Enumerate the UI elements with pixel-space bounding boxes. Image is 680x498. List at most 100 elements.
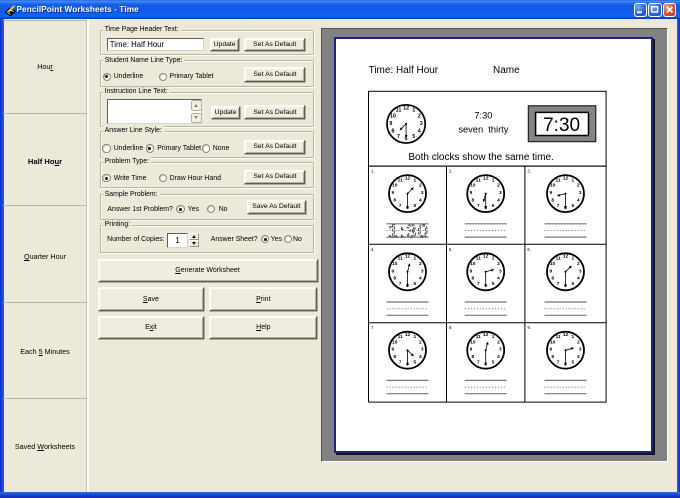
svg-text:1: 1 <box>412 108 415 114</box>
svg-text:7: 7 <box>477 281 480 287</box>
svg-text:12: 12 <box>563 254 569 260</box>
svg-text:10: 10 <box>550 261 556 267</box>
svg-text:10: 10 <box>550 183 556 189</box>
svg-text:1: 1 <box>571 178 574 184</box>
svg-text:3: 3 <box>421 269 424 275</box>
svg-text:12: 12 <box>483 332 489 338</box>
svg-text:9: 9 <box>549 269 552 275</box>
svg-text:9: 9 <box>470 190 473 196</box>
svg-text:8: 8 <box>393 198 396 204</box>
svg-text:Time: Half Hour: Time: Half Hour <box>368 65 438 76</box>
svg-text:4: 4 <box>577 198 580 204</box>
svg-text:3: 3 <box>579 347 582 353</box>
svg-text:7: 7 <box>399 360 402 366</box>
svg-text:1: 1 <box>492 334 495 340</box>
svg-text:8: 8 <box>551 354 554 360</box>
svg-text:5: 5 <box>571 281 574 287</box>
svg-text:4: 4 <box>418 129 421 135</box>
svg-text:10: 10 <box>392 261 398 267</box>
svg-text:11: 11 <box>555 256 560 262</box>
svg-text:8: 8 <box>471 354 474 360</box>
svg-text:2: 2 <box>418 114 421 120</box>
svg-text:3: 3 <box>499 190 502 196</box>
svg-text:4: 4 <box>497 198 500 204</box>
svg-text:7: 7 <box>557 281 560 287</box>
svg-text:3: 3 <box>499 269 502 275</box>
svg-text:7: 7 <box>557 203 560 209</box>
svg-text:Name: Name <box>493 65 520 76</box>
svg-text:5: 5 <box>492 203 495 209</box>
svg-text:1: 1 <box>492 178 495 184</box>
svg-text:6.: 6. <box>527 247 531 252</box>
svg-text:10: 10 <box>392 340 398 346</box>
svg-text:Both clocks show the same time: Both clocks show the same time. <box>408 152 553 163</box>
svg-text:12: 12 <box>405 176 411 182</box>
svg-text:10: 10 <box>470 340 476 346</box>
svg-text:seven thirty: seven thirty <box>458 125 508 135</box>
svg-text:8: 8 <box>551 276 554 282</box>
svg-text:12: 12 <box>563 332 569 338</box>
svg-text:2: 2 <box>577 340 580 346</box>
svg-text:7: 7 <box>557 360 560 366</box>
svg-text:4: 4 <box>419 354 422 360</box>
svg-text:12: 12 <box>403 106 409 112</box>
svg-text:8: 8 <box>393 354 396 360</box>
svg-text:2: 2 <box>577 183 580 189</box>
svg-text:5: 5 <box>412 134 415 140</box>
svg-text:3.: 3. <box>527 169 531 174</box>
svg-text:5: 5 <box>492 281 495 287</box>
svg-text:11: 11 <box>397 334 402 340</box>
svg-text:8: 8 <box>391 129 394 135</box>
svg-text:3: 3 <box>499 347 502 353</box>
svg-text:2: 2 <box>419 183 422 189</box>
svg-text:11: 11 <box>476 256 481 262</box>
svg-text:7: 7 <box>399 281 402 287</box>
svg-text:4: 4 <box>497 354 500 360</box>
svg-text:12: 12 <box>483 254 489 260</box>
svg-text:9: 9 <box>391 190 394 196</box>
svg-text:7:30: 7:30 <box>474 111 492 121</box>
svg-text:9: 9 <box>470 347 473 353</box>
svg-text:9: 9 <box>391 347 394 353</box>
svg-text:9: 9 <box>389 121 392 127</box>
svg-text:2.: 2. <box>449 169 452 174</box>
svg-text:3: 3 <box>421 347 424 353</box>
svg-text:9: 9 <box>549 190 552 196</box>
svg-text:3: 3 <box>579 269 582 275</box>
svg-text:1.: 1. <box>371 169 375 174</box>
svg-text:12: 12 <box>405 332 411 338</box>
svg-text:1: 1 <box>571 256 574 262</box>
svg-text:1: 1 <box>492 256 495 262</box>
svg-text:4: 4 <box>577 276 580 282</box>
svg-text:4.: 4. <box>371 247 375 252</box>
svg-text:1: 1 <box>413 178 416 184</box>
svg-text:2: 2 <box>497 183 500 189</box>
svg-text:1: 1 <box>413 334 416 340</box>
svg-text:11: 11 <box>476 178 481 184</box>
svg-text:5: 5 <box>571 203 574 209</box>
svg-text:8: 8 <box>471 276 474 282</box>
svg-text:4: 4 <box>419 276 422 282</box>
svg-text:11: 11 <box>396 108 402 114</box>
svg-text:4: 4 <box>497 276 500 282</box>
svg-text:2: 2 <box>497 261 500 267</box>
svg-text:9: 9 <box>391 269 394 275</box>
svg-text:2: 2 <box>497 340 500 346</box>
svg-text:5: 5 <box>571 360 574 366</box>
svg-text:12: 12 <box>563 176 569 182</box>
svg-text:8.: 8. <box>449 325 452 330</box>
svg-text:12: 12 <box>483 176 489 182</box>
svg-text:5: 5 <box>492 360 495 366</box>
svg-text:7.: 7. <box>371 325 375 330</box>
svg-text:2: 2 <box>419 261 422 267</box>
svg-text:12: 12 <box>405 254 411 260</box>
svg-text:8: 8 <box>471 198 474 204</box>
svg-text:10: 10 <box>390 114 396 120</box>
svg-text:2: 2 <box>419 340 422 346</box>
svg-text:5: 5 <box>413 281 416 287</box>
svg-text:8: 8 <box>551 198 554 204</box>
svg-text:10: 10 <box>550 340 556 346</box>
svg-text:11: 11 <box>476 334 481 340</box>
svg-text:9: 9 <box>470 269 473 275</box>
svg-text:5: 5 <box>413 203 416 209</box>
